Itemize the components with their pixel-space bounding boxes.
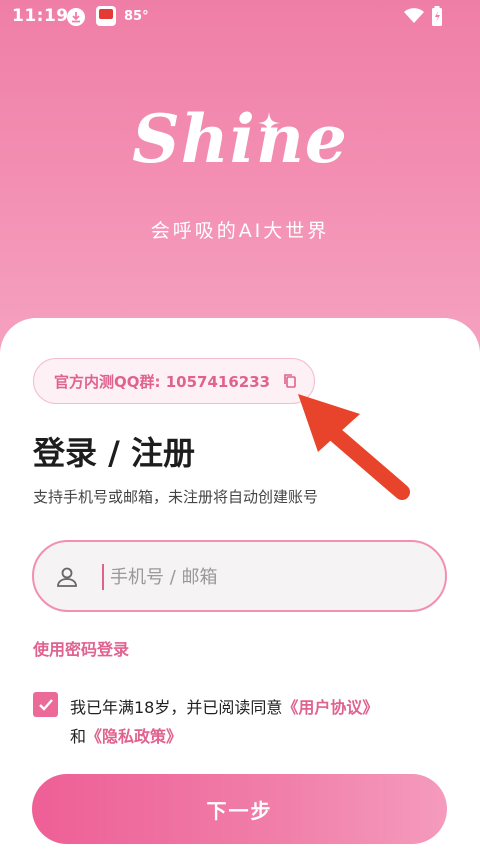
wifi-icon	[404, 8, 424, 28]
page-title: 登录 / 注册	[33, 434, 195, 472]
agree-checkbox[interactable]	[33, 692, 58, 717]
check-icon	[38, 698, 53, 711]
agreement-line-1: 我已年满18岁，并已阅读同意《用户协议》	[70, 694, 378, 718]
qq-group-badge[interactable]: 官方内测QQ群: 1057416233	[33, 358, 315, 404]
status-time: 11:19	[12, 6, 69, 26]
user-agreement-link[interactable]: 《用户协议》	[282, 698, 378, 717]
agreement-and: 和	[70, 727, 87, 746]
password-login-link[interactable]: 使用密码登录	[33, 636, 129, 660]
account-input[interactable]	[108, 558, 412, 596]
download-icon	[67, 8, 85, 26]
sparkle-icon	[258, 112, 280, 134]
logo-area: Shine	[0, 100, 480, 200]
page-subtitle: 支持手机号或邮箱，未注册将自动创建账号	[33, 488, 319, 506]
next-button[interactable]: 下一步	[32, 774, 447, 844]
qq-group-label: 官方内测QQ群: 1057416233	[54, 372, 271, 391]
app-notification-icon	[96, 6, 116, 26]
agreement-line-2: 和《隐私政策》	[70, 723, 182, 747]
battery-charging-icon	[431, 6, 443, 30]
copy-icon[interactable]	[282, 373, 298, 389]
status-temperature: 85°	[124, 9, 149, 24]
agreement-prefix: 我已年满18岁，并已阅读同意	[70, 698, 283, 717]
account-input-box[interactable]	[32, 540, 447, 612]
app-logo: Shine	[132, 100, 348, 178]
app-slogan: 会呼吸的AI大世界	[150, 220, 330, 242]
status-bar: 11:19 85°	[0, 0, 480, 34]
text-caret	[102, 564, 104, 590]
privacy-policy-link[interactable]: 《隐私政策》	[86, 727, 182, 746]
user-icon	[57, 567, 77, 587]
